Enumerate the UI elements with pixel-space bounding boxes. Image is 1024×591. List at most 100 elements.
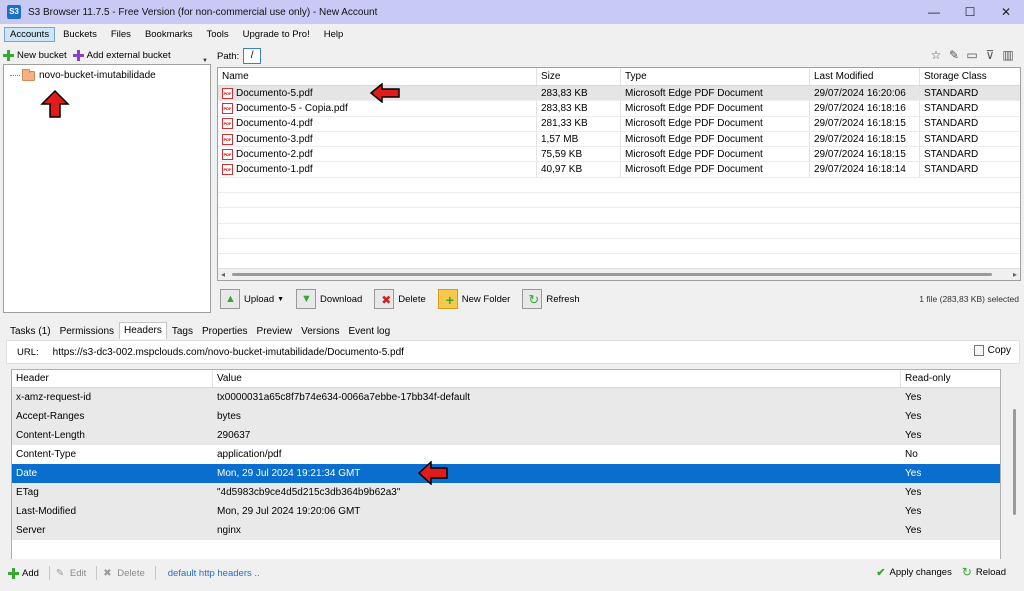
column-type[interactable]: Type bbox=[621, 68, 810, 85]
menu-accounts[interactable]: Accounts bbox=[4, 26, 56, 42]
window-title: S3 Browser 11.7.5 - Free Version (for no… bbox=[28, 6, 378, 18]
scroll-right-icon[interactable]: ▸ bbox=[1013, 270, 1017, 279]
column-read-only[interactable]: Read-only bbox=[901, 370, 1000, 387]
menu-upgrade[interactable]: Upgrade to Pro! bbox=[237, 27, 316, 42]
columns-icon[interactable]: ▥ bbox=[999, 48, 1017, 64]
delete-label: Delete bbox=[398, 293, 426, 305]
menu-bookmarks[interactable]: Bookmarks bbox=[139, 27, 199, 42]
pdf-icon: PDF bbox=[222, 133, 233, 145]
file-row[interactable]: PDF Documento-5.pdf 283,83 KB Microsoft Edg… bbox=[218, 86, 1020, 102]
bucket-folder-icon bbox=[22, 68, 35, 81]
file-storage-class: STANDARD bbox=[924, 133, 979, 145]
header-row[interactable]: Content-Type application/pdf No bbox=[12, 445, 1000, 464]
tab-event-log[interactable]: Event log bbox=[344, 324, 394, 339]
path-icons: ☆ ✎ ▭ ⊽ ▥ bbox=[927, 48, 1017, 64]
pdf-icon: PDF bbox=[222, 148, 233, 160]
header-row[interactable]: Date Mon, 29 Jul 2024 19:21:34 GMT Yes bbox=[12, 464, 1000, 483]
header-read-only: Yes bbox=[905, 487, 922, 498]
column-storage-class[interactable]: Storage Class bbox=[920, 68, 1020, 85]
file-action-bar: Upload ▼ Download Delete New Folder Refr… bbox=[217, 284, 1021, 314]
add-header-button[interactable]: Add bbox=[8, 567, 39, 579]
path-input[interactable]: / bbox=[243, 48, 262, 64]
minimize-button[interactable]: — bbox=[916, 0, 952, 24]
star-icon[interactable]: ☆ bbox=[927, 48, 945, 64]
new-folder-button[interactable]: New Folder bbox=[437, 289, 510, 309]
header-name: Server bbox=[16, 525, 46, 536]
url-value[interactable]: https://s3-dc3-002.mspclouds.com/novo-bu… bbox=[53, 347, 404, 358]
reload-button[interactable]: ↻ Reload bbox=[962, 565, 1006, 579]
tab-headers[interactable]: Headers bbox=[119, 322, 167, 339]
file-row[interactable]: PDF Documento-5 - Copia.pdf 283,83 KB Micro… bbox=[218, 101, 1020, 117]
tree-item-bucket[interactable]: novo-bucket-imutabilidade bbox=[10, 68, 156, 81]
scroll-left-icon[interactable]: ◂ bbox=[221, 270, 225, 279]
file-row[interactable]: PDF Documento-2.pdf 75,59 KB Microsoft Edge… bbox=[218, 147, 1020, 163]
file-modified: 29/07/2024 16:18:15 bbox=[810, 116, 920, 131]
maximize-button[interactable]: ☐ bbox=[952, 0, 988, 24]
file-type: Microsoft Edge PDF Document bbox=[621, 101, 810, 116]
header-read-only: No bbox=[905, 449, 918, 460]
header-read-only: Yes bbox=[905, 468, 922, 479]
header-row[interactable]: x-amz-request-id tx0000031a65c8f7b74e634-… bbox=[12, 388, 1000, 407]
reload-label: Reload bbox=[975, 566, 1006, 578]
add-icon bbox=[3, 49, 14, 61]
apply-changes-button[interactable]: ✔ Apply changes bbox=[876, 565, 952, 579]
column-header[interactable]: Header bbox=[12, 370, 213, 387]
file-row[interactable]: PDF Documento-3.pdf 1,57 MB Microsoft Edge … bbox=[218, 131, 1020, 148]
tab-versions[interactable]: Versions bbox=[297, 324, 343, 339]
file-size: 283,83 KB bbox=[537, 86, 621, 101]
header-row[interactable]: Content-Length 290637 Yes bbox=[12, 426, 1000, 445]
separator bbox=[96, 566, 98, 580]
delete-button[interactable]: Delete bbox=[374, 289, 426, 309]
download-button[interactable]: Download bbox=[296, 289, 362, 309]
copy-button[interactable]: Copy bbox=[973, 345, 1011, 356]
tab-tags[interactable]: Tags bbox=[168, 324, 197, 339]
header-value: Mon, 29 Jul 2024 19:20:06 GMT bbox=[217, 506, 361, 517]
header-row[interactable]: Last-Modified Mon, 29 Jul 2024 19:20:06 G… bbox=[12, 502, 1000, 521]
tab-properties[interactable]: Properties bbox=[198, 324, 252, 339]
vertical-scrollbar[interactable] bbox=[1009, 369, 1021, 559]
refresh-button[interactable]: Refresh bbox=[522, 289, 580, 309]
tab-preview[interactable]: Preview bbox=[253, 324, 297, 339]
header-row[interactable]: Server nginx Yes bbox=[12, 521, 1000, 540]
header-value: bytes bbox=[217, 411, 241, 422]
horizontal-scrollbar[interactable]: ◂ ▸ bbox=[218, 268, 1020, 280]
header-row[interactable]: Accept-Ranges bytes Yes bbox=[12, 407, 1000, 426]
column-last-modified[interactable]: Last Modified bbox=[810, 68, 920, 85]
upload-dropdown-icon[interactable]: ▼ bbox=[277, 296, 284, 303]
file-row[interactable]: PDF Documento-1.pdf 40,97 KB Microsoft Edge… bbox=[218, 162, 1020, 178]
column-size[interactable]: Size bbox=[537, 68, 621, 85]
window-icon[interactable]: ▭ bbox=[963, 48, 981, 64]
menu-buckets[interactable]: Buckets bbox=[57, 27, 103, 42]
header-name: Last-Modified bbox=[16, 506, 77, 517]
file-name: Documento-1.pdf bbox=[236, 164, 313, 176]
add-external-bucket-button[interactable]: Add external bucket bbox=[72, 49, 171, 61]
pdf-icon: PDF bbox=[222, 87, 233, 99]
scroll-thumb[interactable] bbox=[232, 273, 992, 276]
tab-tasks[interactable]: Tasks (1) bbox=[6, 324, 55, 339]
title-bar: S3 S3 Browser 11.7.5 - Free Version (for… bbox=[0, 0, 1024, 24]
header-value: application/pdf bbox=[217, 449, 282, 460]
header-value: nginx bbox=[217, 525, 241, 536]
edit-header-button[interactable]: ✎ Edit bbox=[56, 568, 86, 579]
scroll-thumb-vertical[interactable] bbox=[1013, 409, 1016, 515]
delete-header-button[interactable]: ✖ Delete bbox=[103, 568, 144, 579]
default-headers-link[interactable]: default http headers .. bbox=[168, 568, 260, 579]
new-bucket-button[interactable]: New bucket bbox=[3, 49, 67, 61]
close-button[interactable]: ✕ bbox=[988, 0, 1024, 24]
header-row[interactable]: ETag "4d5983cb9ce4d5d215c3db364b9b62a3" Ye… bbox=[12, 483, 1000, 502]
column-value[interactable]: Value bbox=[213, 370, 901, 387]
menu-files[interactable]: Files bbox=[105, 27, 137, 42]
header-value: tx0000031a65c8f7b74e634-0066a7ebbe-17bb3… bbox=[217, 392, 471, 403]
upload-button[interactable]: Upload ▼ bbox=[220, 289, 284, 309]
tab-permissions[interactable]: Permissions bbox=[56, 324, 118, 339]
menu-help[interactable]: Help bbox=[318, 27, 350, 42]
pdf-icon: PDF bbox=[222, 118, 233, 130]
menu-tools[interactable]: Tools bbox=[200, 27, 234, 42]
file-row[interactable]: PDF Documento-4.pdf 281,33 KB Microsoft Edg… bbox=[218, 116, 1020, 132]
new-folder-icon bbox=[437, 289, 458, 309]
filter-icon[interactable]: ⊽ bbox=[981, 48, 999, 64]
header-read-only: Yes bbox=[905, 506, 922, 517]
pencil-icon[interactable]: ✎ bbox=[945, 48, 963, 64]
file-name: Documento-5.pdf bbox=[236, 87, 313, 99]
reload-icon: ↻ bbox=[961, 565, 972, 579]
